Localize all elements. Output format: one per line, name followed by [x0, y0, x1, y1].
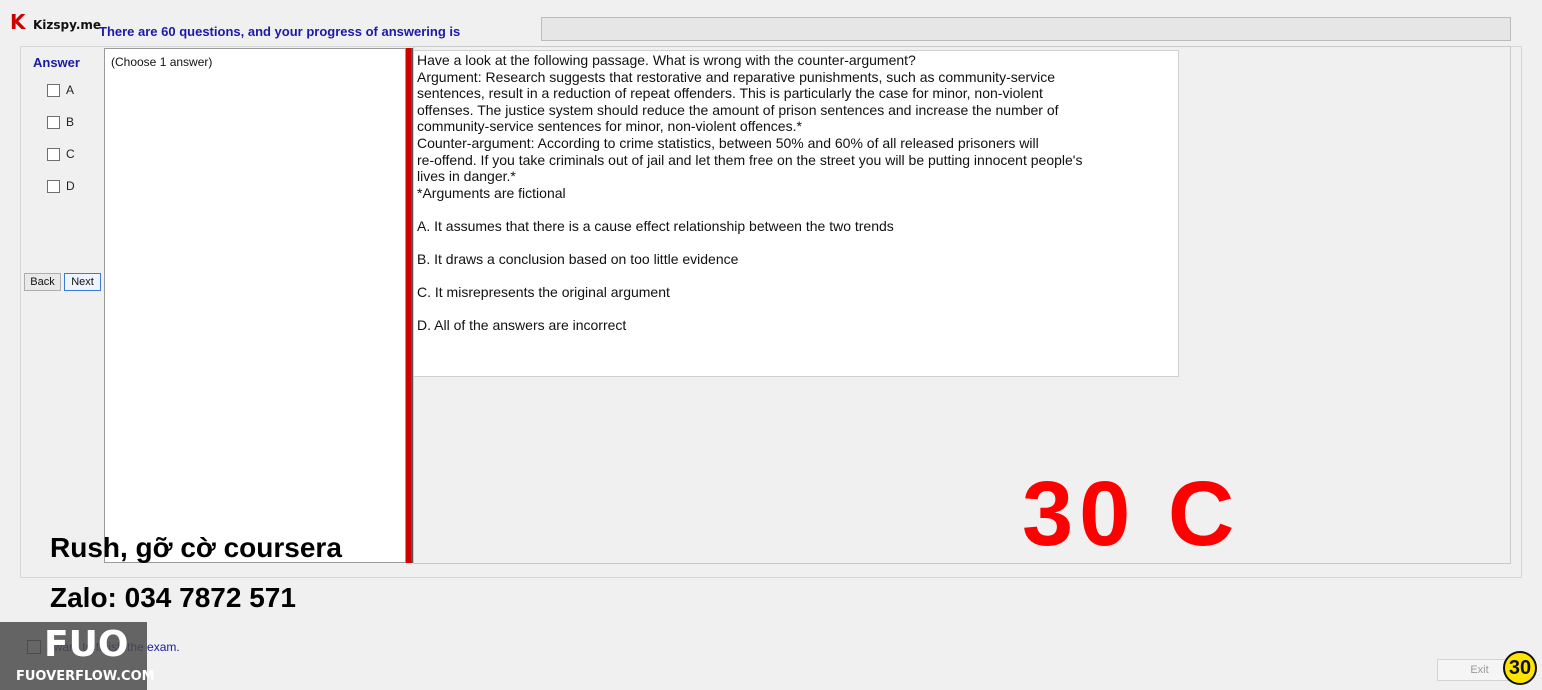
checkbox-d[interactable]: [47, 179, 60, 193]
promo-line-2: Zalo: 034 7872 571: [50, 582, 296, 613]
promo-line-1: Rush, gỡ cờ coursera: [50, 532, 342, 563]
question-text: Have a look at the following passage. Wh…: [417, 52, 1167, 201]
logo-k-icon: K: [10, 10, 26, 34]
question-option-a: A. It assumes that there is a cause effe…: [417, 218, 894, 234]
answer-option-label: A: [66, 83, 75, 97]
answer-overlay: 30 C: [1022, 463, 1241, 565]
answer-option-label: C: [66, 147, 75, 161]
choose-instruction: (Choose 1 answer): [111, 55, 213, 69]
question-line: sentences, result in a reduction of repe…: [417, 85, 1043, 102]
watermark-logo: FUO: [44, 624, 129, 665]
checkbox-b[interactable]: [47, 115, 60, 129]
question-line: community-service sentences for minor, n…: [417, 118, 802, 135]
logo-text: Kizspy.me: [33, 18, 102, 32]
question-line: *Arguments are fictional: [417, 184, 566, 201]
question-line: Have a look at the following passage. Wh…: [417, 52, 916, 68]
question-line: lives in danger.*: [417, 168, 516, 185]
progress-bar: [541, 17, 1511, 41]
question-line: Argument: Research suggests that restora…: [417, 68, 1056, 85]
question-line: re-offend. If you take criminals out of …: [417, 151, 1083, 168]
next-button[interactable]: Next: [64, 273, 101, 291]
question-option-b: B. It draws a conclusion based on too li…: [417, 251, 739, 267]
question-option-d: D. All of the answers are incorrect: [417, 317, 627, 333]
question-number-badge: 30: [1503, 651, 1537, 685]
question-line: Counter-argument: According to crime sta…: [417, 134, 1039, 151]
answer-option-a[interactable]: A: [47, 83, 74, 97]
answer-option-label: B: [66, 115, 75, 129]
choose-panel: [104, 48, 406, 563]
watermark-site: FUOVERFLOW.COM: [16, 669, 155, 684]
checkbox-c[interactable]: [47, 147, 60, 161]
back-button[interactable]: Back: [24, 273, 61, 291]
answer-option-b[interactable]: B: [47, 115, 74, 129]
watermark: FUO FUOVERFLOW.COM: [0, 622, 155, 690]
question-option-c: C. It misrepresents the original argumen…: [417, 284, 670, 300]
answer-option-d[interactable]: D: [47, 179, 75, 193]
checkbox-a[interactable]: [47, 83, 60, 97]
answer-option-label: D: [66, 179, 75, 193]
answer-title: Answer: [33, 55, 80, 70]
answer-option-c[interactable]: C: [47, 147, 75, 161]
question-line: offenses. The justice system should redu…: [417, 101, 1059, 118]
progress-label: There are 60 questions, and your progres…: [99, 24, 461, 39]
